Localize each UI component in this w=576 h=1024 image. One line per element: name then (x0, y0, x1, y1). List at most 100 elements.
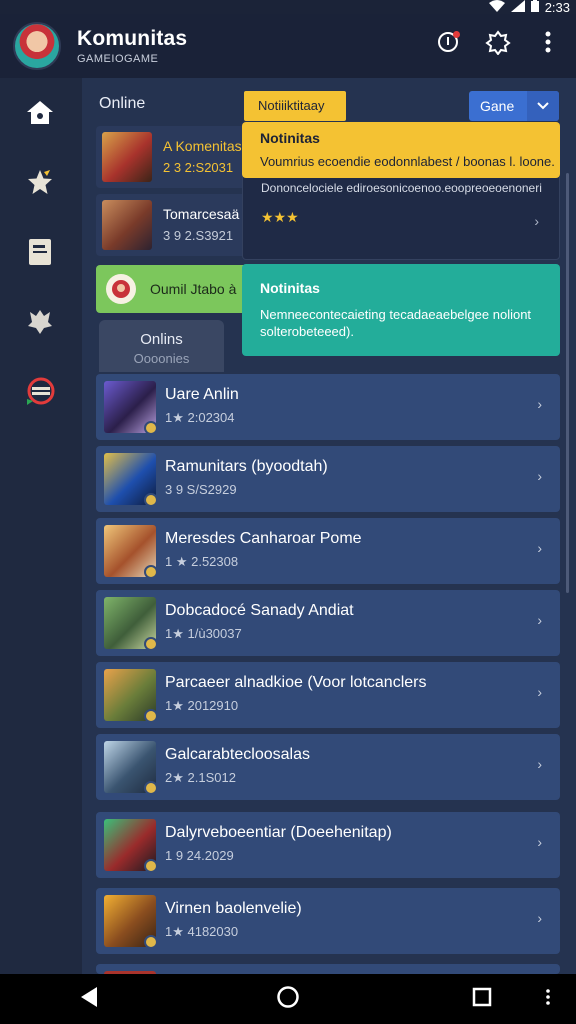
navbar-more-button[interactable] (534, 985, 562, 1013)
settings-button[interactable] (484, 29, 512, 60)
badge-icon (144, 421, 158, 435)
more-icon (545, 31, 551, 58)
home-icon (26, 99, 54, 130)
list-item[interactable] (96, 964, 560, 977)
game-select-label: Gane (480, 98, 515, 114)
sidebar-item-home[interactable] (21, 95, 59, 133)
badge-icon (144, 565, 158, 579)
badge-icon (144, 493, 158, 507)
badge-icon (144, 781, 158, 795)
banner-icon (106, 274, 136, 304)
list-item-title: Galcarabtecloosalas (165, 746, 310, 763)
list-item-title: Ramunitars (byoodtah) (165, 458, 328, 475)
notification-text: Dononcelociele ediroesonicoenoo.eoopreoe… (261, 181, 542, 195)
tab-online[interactable]: Onlins Oooonies (99, 320, 224, 372)
settings-icon (485, 29, 511, 60)
sidebar-item-documents[interactable] (21, 235, 59, 273)
sidebar-item-chat[interactable] (21, 375, 59, 413)
list-item-meta: 1 ★ 2.52308 (165, 554, 239, 569)
notification-text: Voumrius ecoendie eodonnlabest / boonas … (260, 154, 555, 169)
list-item-title: Parcaeer alnadkioe (Voor lotcanclers (165, 674, 427, 691)
chevron-right-icon: › (537, 468, 542, 484)
list-item-title: Meresdes Canharoar Pome (165, 530, 362, 547)
sidebar-item-badges[interactable] (21, 305, 59, 343)
tab-sublabel: Oooonies (133, 351, 190, 366)
app-subtitle: GAMEIOGAME (77, 53, 159, 65)
list-item-title: Dalyrveboeentiar (Doeehenitap) (165, 824, 392, 841)
list-item[interactable]: Dobcadocé Sanady Andiat 1★ 1/ù30037 › (96, 590, 560, 656)
list-item-title: Virnen baolenvelie) (165, 900, 302, 917)
list-item[interactable]: Galcarabtecloosalas 2★ 2.1S012 › (96, 734, 560, 800)
list-item[interactable]: Virnen baolenvelie) 1★ 4182030 › (96, 888, 560, 954)
game-select[interactable]: Gane (469, 91, 559, 121)
badge-icon (144, 709, 158, 723)
menu-dots-icon (546, 988, 550, 1010)
chevron-right-icon: › (534, 213, 539, 229)
chevron-right-icon: › (537, 396, 542, 412)
chat-icon (23, 377, 57, 412)
chevron-right-icon: › (537, 834, 542, 850)
badge-icon (144, 859, 158, 873)
list-item-meta: 1★ 1/ù30037 (165, 626, 242, 641)
badge-icon (144, 637, 158, 651)
list-item[interactable]: Uare Anlin 1★ 2:02304 › (96, 374, 560, 440)
mini-card-title: Tomarcesaä (163, 206, 240, 222)
list-item-meta: 1★ 4182030 (165, 924, 239, 939)
list-item-meta: 1 9 24.2029 (165, 848, 234, 863)
notification-card[interactable]: Notinitas Nemneecontecaieting tecadaeaeb… (242, 264, 560, 356)
wifi-icon (488, 0, 505, 15)
more-button[interactable] (534, 30, 562, 58)
signal-icon (510, 0, 525, 15)
battery-icon (530, 0, 539, 15)
notification-tag[interactable]: Notiiiktitaay (244, 91, 346, 121)
tab-label: Onlins (140, 331, 183, 348)
chevron-right-icon: › (537, 540, 542, 556)
star-icon (26, 168, 54, 201)
mini-card-title: A Komenitas (163, 138, 242, 154)
sidebar-item-favorites[interactable] (21, 165, 59, 203)
app-logo (13, 22, 61, 70)
notification-title: Notinitas (260, 280, 320, 296)
list-item-meta: 3 9 S/S2929 (165, 482, 237, 497)
back-button[interactable] (76, 985, 104, 1013)
list-item[interactable]: Ramunitars (byoodtah) 3 9 S/S2929 › (96, 446, 560, 512)
list-item[interactable]: Meresdes Canharoar Pome 1 ★ 2.52308 › (96, 518, 560, 584)
notification-title: Notinitas (260, 130, 320, 146)
home-circle-icon (276, 985, 300, 1014)
list-item[interactable]: Parcaeer alnadkioe (Voor lotcanclers 1★ … (96, 662, 560, 728)
mini-card-meta: 2 3 2:S2031 (163, 160, 234, 175)
sidebar (0, 78, 82, 974)
list-item-title: Dobcadocé Sanady Andiat (165, 602, 354, 619)
system-navbar (0, 974, 576, 1024)
document-icon (27, 238, 53, 271)
rating-stars: ★★★ (261, 209, 299, 225)
home-button[interactable] (274, 985, 302, 1013)
scrollbar[interactable] (566, 173, 569, 593)
chevron-right-icon: › (537, 684, 542, 700)
list-item-meta: 1★ 2:02304 (165, 410, 235, 425)
banner-text: Oumil Jtabo à (150, 281, 237, 297)
chevron-right-icon: › (537, 612, 542, 628)
chevron-right-icon: › (537, 756, 542, 772)
list-item-meta: 2★ 2.1S012 (165, 770, 236, 785)
list-item[interactable]: Dalyrveboeentiar (Doeehenitap) 1 9 24.20… (96, 812, 560, 878)
notification-button[interactable] (434, 30, 462, 58)
app-name: Komunitas (77, 27, 188, 50)
chevron-right-icon: › (537, 910, 542, 926)
mini-card-meta: 3 9 2.S3921 (163, 228, 234, 243)
notification-card[interactable]: Notinitas Voumrius ecoendie eodonnlabest… (242, 122, 560, 178)
notification-dot (453, 31, 460, 38)
game-thumbnail (102, 132, 152, 182)
back-icon (81, 986, 99, 1012)
chevron-down-icon (527, 91, 559, 121)
list-item-title: Uare Anlin (165, 386, 239, 403)
green-banner[interactable]: Oumil Jtabo à (96, 265, 256, 313)
notification-card[interactable]: Dononcelociele ediroesonicoenoo.eoopreoe… (242, 174, 560, 260)
recents-button[interactable] (468, 985, 496, 1013)
list-item-meta: 1★ 2012910 (165, 698, 239, 713)
notification-text: Nemneecontecaieting tecadaeaebelgee noli… (260, 307, 532, 339)
main-panel: Online Notiiiktitaay Gane A Komenitas 2 … (82, 78, 576, 977)
badge-icon (144, 935, 158, 949)
app-bar: Komunitas GAMEIOGAME (0, 14, 576, 78)
brand: Komunitas GAMEIOGAME (77, 27, 187, 65)
